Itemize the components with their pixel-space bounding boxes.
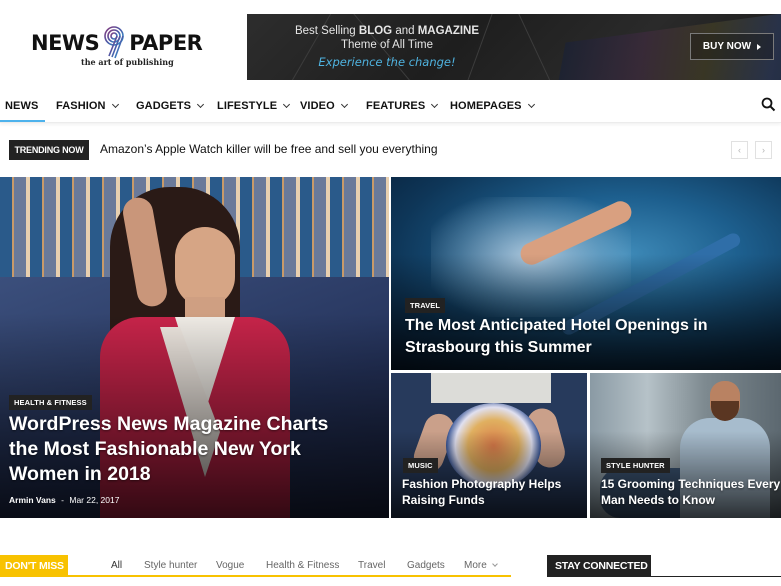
- category-badge[interactable]: HEALTH & FITNESS: [9, 395, 92, 410]
- nav-label: VIDEO: [300, 99, 335, 112]
- featured-post-music[interactable]: MUSIC Fashion Photography Helps Raising …: [391, 373, 587, 518]
- nav-label: NEWS: [5, 99, 39, 112]
- nav-item-gadgets[interactable]: GADGETS: [136, 88, 205, 123]
- banner-text: Best Selling BLOG and MAGAZINE Theme of …: [287, 24, 487, 69]
- filter-tab-style-hunter[interactable]: Style hunter: [144, 560, 197, 571]
- filter-tab-health-fitness[interactable]: Health & Fitness: [266, 560, 339, 571]
- post-title[interactable]: 15 Grooming Techniques Every Man Needs t…: [601, 476, 781, 508]
- post-date: Mar 22, 2017: [69, 495, 120, 505]
- main-navigation: NEWS FASHION GADGETS LIFESTYLE VIDEO FEA…: [0, 88, 781, 123]
- filter-tab-vogue[interactable]: Vogue: [216, 560, 244, 571]
- banner-line1-prefix: Best Selling: [294, 25, 359, 37]
- meta-separator: -: [61, 495, 64, 505]
- ad-banner[interactable]: Best Selling BLOG and MAGAZINE Theme of …: [247, 14, 781, 80]
- post-title[interactable]: Fashion Photography Helps Raising Funds: [402, 476, 582, 508]
- post-image-figure: [175, 227, 235, 307]
- post-title[interactable]: The Most Anticipated Hotel Openings in S…: [405, 315, 725, 359]
- nav-label: HOMEPAGES: [450, 99, 522, 112]
- stay-connected-underline: [547, 576, 781, 577]
- filter-tab-more[interactable]: More: [464, 560, 498, 571]
- nav-item-news[interactable]: NEWS: [5, 88, 38, 123]
- trending-now-label: TRENDING NOW: [9, 140, 89, 160]
- post-title[interactable]: WordPress News Magazine Charts the Most …: [9, 412, 339, 487]
- logo-word-paper: PAPER: [129, 31, 203, 55]
- category-badge[interactable]: STYLE HUNTER: [601, 458, 670, 473]
- category-badge[interactable]: MUSIC: [403, 458, 438, 473]
- nav-item-homepages[interactable]: HOMEPAGES: [450, 88, 535, 123]
- search-icon[interactable]: [761, 97, 776, 112]
- banner-line-1: Best Selling BLOG and MAGAZINE: [287, 24, 487, 38]
- nav-label: GADGETS: [136, 99, 192, 112]
- chevron-down-icon: [283, 100, 291, 108]
- nav-item-fashion[interactable]: FASHION: [56, 88, 119, 123]
- nav-label: FASHION: [56, 99, 106, 112]
- chevron-down-icon: [431, 100, 439, 108]
- filter-tab-travel[interactable]: Travel: [358, 560, 385, 571]
- chevron-right-icon: ›: [762, 145, 765, 155]
- dont-miss-underline: [0, 575, 511, 577]
- buy-now-label: BUY NOW: [702, 41, 752, 52]
- banner-line1-and: and: [392, 25, 418, 37]
- site-logo[interactable]: NEWS PAPER the art of publishing: [31, 26, 216, 76]
- play-arrow-icon: [757, 43, 762, 50]
- post-author[interactable]: Armin Vans: [9, 495, 56, 505]
- banner-script-text: Experience the change!: [318, 55, 456, 69]
- logo-nine-icon: [104, 26, 125, 59]
- category-badge[interactable]: TRAVEL: [405, 298, 446, 313]
- nav-item-video[interactable]: VIDEO: [300, 88, 348, 123]
- banner-line1-blog: BLOG: [358, 25, 393, 37]
- post-image: [431, 373, 551, 403]
- trending-next-button[interactable]: ›: [755, 141, 772, 159]
- featured-post-style-hunter[interactable]: STYLE HUNTER 15 Grooming Techniques Ever…: [590, 373, 781, 518]
- featured-post-travel[interactable]: TRAVEL The Most Anticipated Hotel Openin…: [391, 177, 781, 370]
- chevron-down-icon: [111, 100, 119, 108]
- banner-line-2: Theme of All Time: [340, 39, 434, 51]
- nav-label: FEATURES: [366, 99, 426, 112]
- stay-connected-label: STAY CONNECTED: [547, 555, 651, 577]
- chevron-down-icon: [491, 561, 498, 567]
- nav-item-lifestyle[interactable]: LIFESTYLE: [217, 88, 291, 123]
- post-meta: Armin Vans - Mar 22, 2017: [9, 495, 119, 505]
- nav-active-indicator: [0, 120, 45, 122]
- trending-bar: TRENDING NOW Amazon’s Apple Watch killer…: [0, 130, 781, 170]
- chevron-left-icon: ‹: [738, 145, 741, 155]
- trending-prev-button[interactable]: ‹: [731, 141, 748, 159]
- site-header: NEWS PAPER the art of publishing Best Se…: [0, 0, 781, 88]
- chevron-down-icon: [197, 100, 205, 108]
- filter-tab-all[interactable]: All: [111, 560, 122, 571]
- more-label: More: [464, 560, 487, 571]
- featured-grid: HEALTH & FITNESS WordPress News Magazine…: [0, 177, 781, 518]
- banner-line1-magazine: MAGAZINE: [417, 25, 480, 37]
- buy-now-button[interactable]: BUY NOW: [690, 33, 774, 60]
- trending-headline-link[interactable]: Amazon’s Apple Watch killer will be free…: [100, 142, 438, 156]
- logo-word-news: NEWS: [31, 31, 100, 55]
- featured-post-main[interactable]: HEALTH & FITNESS WordPress News Magazine…: [0, 177, 389, 518]
- filter-tab-gadgets[interactable]: Gadgets: [407, 560, 445, 571]
- dont-miss-label: DON'T MISS: [0, 555, 68, 576]
- nav-item-features[interactable]: FEATURES: [366, 88, 439, 123]
- nav-label: LIFESTYLE: [217, 99, 278, 112]
- chevron-down-icon: [340, 100, 348, 108]
- chevron-down-icon: [527, 100, 535, 108]
